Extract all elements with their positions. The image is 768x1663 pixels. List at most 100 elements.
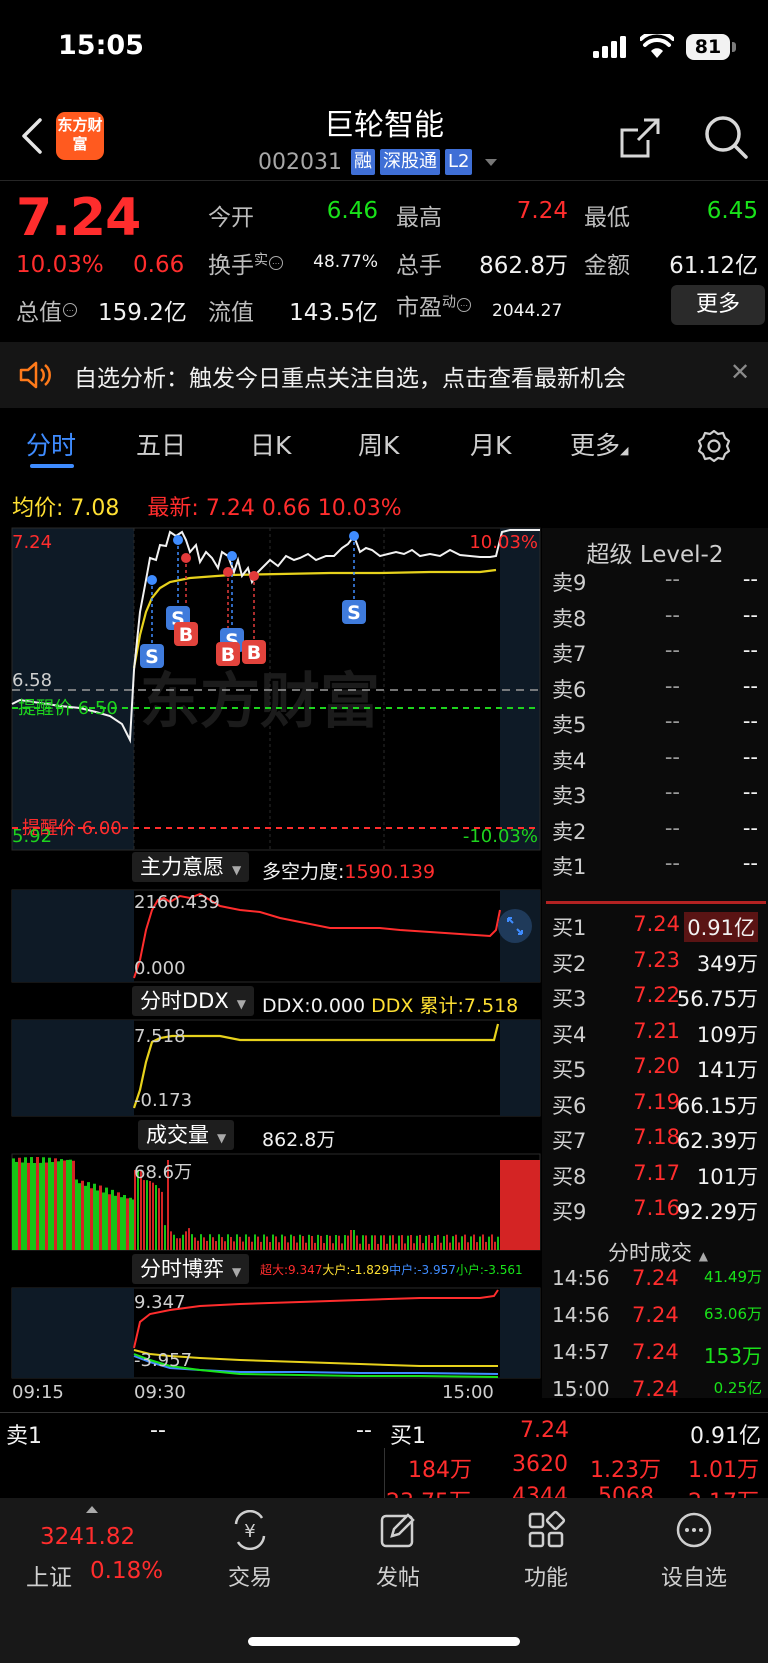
ask-row[interactable]: 卖4 -- -- — [548, 745, 758, 779]
open-label: 今开 — [208, 205, 254, 231]
bid-row[interactable]: 买8 7.17 101万 — [548, 1161, 758, 1195]
tab-five-day[interactable]: 五日 — [136, 426, 186, 462]
nav-trade[interactable]: ¥ 交易 — [200, 1509, 300, 1592]
tab-intraday[interactable]: 分时 — [26, 426, 76, 462]
info-icon[interactable]: … — [63, 303, 77, 318]
volume-bar — [359, 1243, 361, 1250]
indicator-selector-1[interactable]: 主力意愿 ▼ — [132, 852, 250, 882]
search-icon[interactable] — [703, 114, 749, 160]
notice-text[interactable]: 自选分析：触发今日重点关注自选，点击查看最新机会 — [74, 359, 626, 393]
ask-row[interactable]: 卖2 -- -- — [548, 816, 758, 850]
trade-row[interactable]: 14:56 7.24 41.49万 — [552, 1266, 762, 1300]
volume-bar — [179, 1238, 181, 1250]
ask-row[interactable]: 卖8 -- -- — [548, 603, 758, 637]
nav-functions[interactable]: 功能 — [496, 1510, 596, 1592]
index-pct[interactable]: 0.18% — [90, 1558, 163, 1584]
marker-2[interactable]: B — [179, 624, 193, 646]
trade-row[interactable]: 14:57 7.24 153万 — [552, 1340, 762, 1374]
gear-icon[interactable] — [697, 429, 731, 463]
trade-row[interactable]: 14:56 7.24 63.06万 — [552, 1303, 762, 1337]
bid-row[interactable]: 买5 7.20 141万 — [548, 1054, 758, 1088]
bid-row[interactable]: 买3 7.22 56.75万 — [548, 983, 758, 1017]
volume-bar — [485, 1241, 487, 1250]
panel4-max: 9.347 — [134, 1292, 186, 1313]
ask-row[interactable]: 卖9 -- -- — [548, 567, 758, 601]
pct-top-label: 10.03% — [469, 532, 538, 553]
stock-subtitle[interactable]: 002031 融 深股通 L2 — [258, 148, 498, 176]
bid-row[interactable]: 买6 7.19 66.15万 — [548, 1090, 758, 1124]
index-value[interactable]: 3241.82 — [40, 1524, 135, 1550]
volume-bar — [230, 1236, 232, 1250]
ask-row[interactable]: 卖1 -- -- — [548, 851, 758, 885]
marker-5[interactable]: B — [247, 642, 261, 664]
ddx-label: DDX: — [262, 995, 311, 1017]
bid-label: 买3 — [552, 987, 587, 1011]
volume-bar — [54, 1158, 57, 1250]
ask-row[interactable]: 卖3 -- -- — [548, 780, 758, 814]
volume-bar — [233, 1241, 235, 1250]
ask-label: 卖3 — [552, 784, 587, 808]
volume-bar — [15, 1161, 18, 1250]
volume-bar — [368, 1243, 370, 1250]
volume-label: 总手 — [396, 253, 442, 279]
nav-add-watchlist[interactable]: 设自选 — [644, 1510, 744, 1592]
bid-row[interactable]: 买9 7.16 92.29万 — [548, 1196, 758, 1230]
indicator-2-name: 分时DDX — [140, 989, 229, 1013]
volume-bar — [494, 1241, 496, 1250]
current-price: 7.24 — [16, 188, 141, 248]
volume-bar — [446, 1234, 448, 1250]
trade-row[interactable]: 15:00 7.24 0.25亿 — [552, 1377, 762, 1411]
tab-more[interactable]: 更多◢ — [570, 426, 628, 462]
indicator-selector-2[interactable]: 分时DDX ▼ — [132, 986, 254, 1016]
volume-bar — [461, 1236, 463, 1250]
ask-row[interactable]: 卖6 -- -- — [548, 674, 758, 708]
volume-bar — [218, 1234, 220, 1250]
marker-6[interactable]: S — [347, 602, 361, 624]
volume-bar — [473, 1234, 475, 1250]
tab-monthly-k[interactable]: 月K — [470, 426, 511, 462]
bid-label: 买2 — [552, 951, 587, 976]
bid-row[interactable]: 买2 7.23 349万 — [548, 948, 758, 982]
cellular-signal-icon — [593, 36, 626, 58]
marker-0[interactable]: S — [145, 646, 159, 668]
more-button[interactable]: 更多 — [671, 285, 765, 325]
bid-row[interactable]: 买4 7.21 109万 — [548, 1019, 758, 1053]
volume-bar — [99, 1185, 102, 1250]
close-icon[interactable]: ✕ — [730, 358, 750, 386]
bid-label: 买8 — [552, 1164, 587, 1189]
share-icon[interactable] — [618, 116, 662, 160]
indicator-selector-3[interactable]: 成交量 ▼ — [138, 1120, 235, 1150]
level2-title[interactable]: 超级 Level-2 — [542, 535, 768, 568]
bid-row[interactable]: 买7 7.18 62.39万 — [548, 1125, 758, 1159]
tab-daily-k[interactable]: 日K — [250, 426, 291, 462]
turnover-label-text: 换手 — [208, 253, 254, 279]
ask-label: 卖8 — [552, 606, 587, 631]
nav-post[interactable]: 发帖 — [348, 1510, 448, 1592]
indicator-selector-4[interactable]: 分时博弈 ▼ — [132, 1254, 250, 1284]
bid-row[interactable]: 买1 7.24 0.91亿 — [548, 912, 758, 946]
volume-bar — [413, 1243, 415, 1250]
volume-bar — [161, 1191, 163, 1250]
nav-add-watchlist-label: 设自选 — [660, 1566, 727, 1591]
volume-bar — [176, 1238, 178, 1250]
volume-bar — [90, 1188, 93, 1250]
speaker-icon — [19, 361, 51, 389]
index-name[interactable]: 上证 — [26, 1558, 72, 1592]
tag-margin: 融 — [350, 149, 375, 175]
volume-bar — [347, 1235, 349, 1250]
ask-label: 卖6 — [552, 677, 587, 702]
tab-weekly-k[interactable]: 周K — [358, 426, 399, 462]
marker-4[interactable]: B — [221, 644, 235, 666]
index-expand-icon[interactable] — [86, 1506, 98, 1513]
high-value: 7.24 — [516, 198, 568, 224]
ask-row[interactable]: 卖7 -- -- — [548, 638, 758, 672]
alert-high-label[interactable]: 提醒价 6.50 — [18, 698, 118, 719]
nav-post-label: 发帖 — [375, 1566, 420, 1591]
info-icon[interactable]: … — [457, 298, 471, 313]
info-icon[interactable]: … — [269, 256, 283, 271]
volume-bar — [209, 1234, 211, 1250]
trades-title[interactable]: 分时成交 ▲ — [548, 1237, 768, 1267]
home-indicator[interactable] — [248, 1637, 520, 1646]
trade-markers[interactable]: S S B S B B S — [140, 531, 366, 668]
ask-row[interactable]: 卖5 -- -- — [548, 709, 758, 743]
